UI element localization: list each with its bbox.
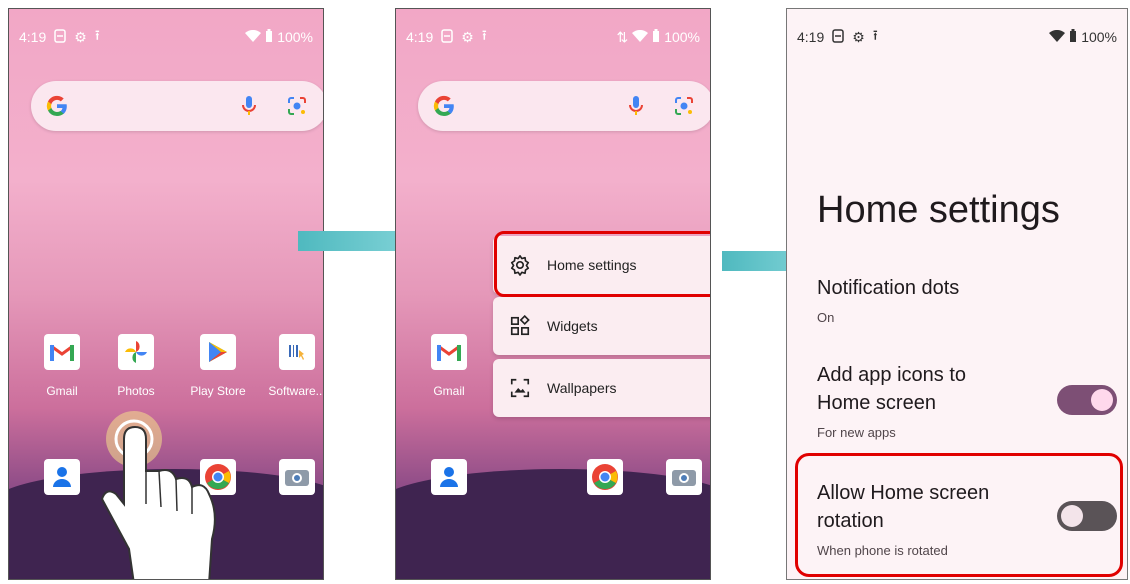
software-icon	[279, 334, 315, 370]
app-gmail[interactable]: Gmail	[414, 334, 484, 398]
pref-notification-dots[interactable]: Notification dots On	[817, 274, 959, 325]
pref-title-line2: Home screen	[817, 392, 936, 414]
gmail-icon	[431, 334, 467, 370]
app-camera[interactable]	[649, 459, 710, 495]
gear-status-icon: ⚙	[461, 28, 474, 45]
chrome-icon	[587, 459, 623, 495]
battery-level: 100%	[664, 29, 700, 45]
app-photos[interactable]: Photos	[101, 334, 171, 398]
status-bar: 4:19 ⚙ ⭱ 100%	[19, 27, 313, 47]
upload-icon: ⭱	[94, 27, 100, 43]
app-chrome[interactable]	[570, 459, 640, 495]
lens-icon[interactable]	[285, 94, 309, 123]
status-time: 4:19	[797, 29, 825, 45]
app-camera[interactable]	[262, 459, 323, 495]
menu-item-wallpapers[interactable]: Wallpapers	[493, 359, 710, 417]
sim-icon	[54, 28, 66, 46]
add-icons-toggle[interactable]	[1057, 385, 1117, 415]
google-search-bar[interactable]	[418, 81, 710, 131]
contacts-icon	[44, 459, 80, 495]
gear-status-icon: ⚙	[852, 28, 865, 45]
battery-level: 100%	[277, 29, 313, 45]
pref-summary: On	[817, 310, 835, 325]
pref-title: Notification dots	[817, 277, 960, 299]
app-label: Gmail	[46, 384, 78, 398]
page-title: Home settings	[817, 189, 1060, 231]
battery-level: 100%	[1081, 29, 1117, 45]
pref-add-app-icons[interactable]: Add app icons to Home screen For new app…	[817, 361, 966, 440]
app-software[interactable]: Software...	[262, 334, 324, 398]
pref-title-line1: Add app icons to	[817, 364, 966, 386]
menu-item-label: Wallpapers	[547, 380, 617, 396]
upload-icon: ⭱	[481, 27, 487, 43]
google-search-bar[interactable]	[31, 81, 323, 131]
wifi-icon	[632, 29, 649, 45]
app-play-store[interactable]: Play Store	[183, 334, 253, 398]
app-label: Software...	[268, 384, 324, 398]
camera-icon	[279, 459, 315, 495]
google-g-icon	[432, 94, 456, 123]
sim-icon	[832, 28, 844, 46]
wallpapers-icon	[509, 377, 533, 399]
sim-icon	[441, 28, 453, 46]
phone-screen-home-settings: 4:19 ⚙ ⭱ 100% Home settings Notification…	[786, 8, 1128, 580]
camera-icon	[666, 459, 702, 495]
app-gmail[interactable]: Gmail	[27, 334, 97, 398]
wifi-icon	[245, 29, 262, 45]
toggle-knob	[1091, 389, 1113, 411]
gmail-icon	[44, 334, 80, 370]
app-label: Gmail	[433, 384, 465, 398]
tap-hand-icon	[94, 409, 234, 579]
battery-icon	[265, 29, 273, 45]
menu-item-widgets[interactable]: Widgets	[493, 297, 710, 355]
lens-icon[interactable]	[672, 94, 696, 123]
status-time: 4:19	[406, 29, 434, 45]
gear-status-icon: ⚙	[74, 28, 87, 45]
data-arrows-icon: ⇅	[616, 28, 629, 45]
phone-screen-home: 4:19 ⚙ ⭱ 100% Gmail Photos Play Store So…	[8, 8, 324, 580]
contacts-icon	[431, 459, 467, 495]
pref-summary: For new apps	[817, 425, 896, 440]
battery-icon	[1069, 29, 1077, 45]
mic-icon[interactable]	[239, 94, 259, 123]
menu-item-label: Widgets	[547, 318, 598, 334]
mic-icon[interactable]	[626, 94, 646, 123]
photos-icon	[118, 334, 154, 370]
app-contacts[interactable]	[414, 459, 484, 495]
highlight-box	[494, 231, 710, 297]
widgets-icon	[509, 315, 533, 337]
wifi-icon	[1049, 29, 1066, 45]
upload-icon: ⭱	[872, 27, 878, 43]
status-time: 4:19	[19, 29, 47, 45]
google-g-icon	[45, 94, 69, 123]
phone-screen-long-press: 4:19 ⚙ ⭱ ⇅ 100% Gmail Home settings Widg…	[395, 8, 711, 580]
battery-icon	[652, 29, 660, 45]
status-bar: 4:19 ⚙ ⭱ 100%	[797, 27, 1117, 47]
app-label: Photos	[117, 384, 155, 398]
play-store-icon	[200, 334, 236, 370]
app-label: Play Store	[190, 384, 246, 398]
app-contacts[interactable]	[27, 459, 97, 495]
highlight-box	[795, 453, 1123, 577]
status-bar: 4:19 ⚙ ⭱ ⇅ 100%	[406, 27, 700, 47]
